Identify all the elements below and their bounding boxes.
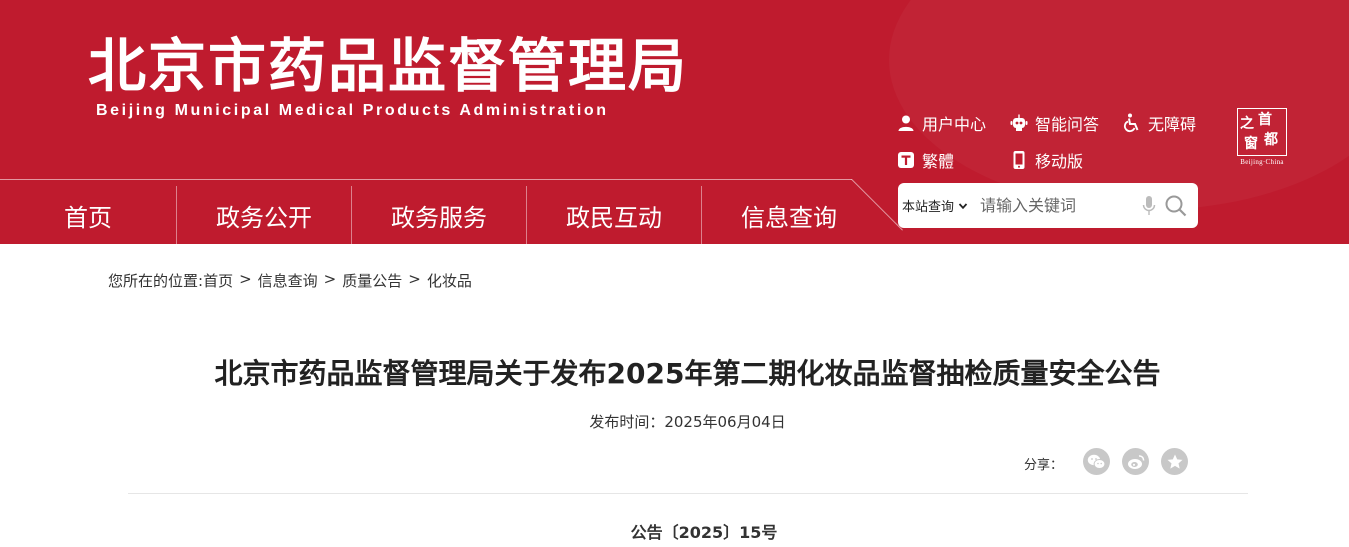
- breadcrumb-cosmetics[interactable]: 化妆品: [427, 270, 472, 291]
- traditional-chinese-link[interactable]: 繁體: [896, 148, 954, 172]
- share-weibo-button[interactable]: [1122, 448, 1149, 475]
- search-input[interactable]: [980, 196, 1131, 215]
- breadcrumb-prefix: 您所在的位置:: [108, 272, 204, 290]
- logo-char-chuang: 窗: [1244, 136, 1258, 152]
- accessibility-label: 无障碍: [1148, 115, 1197, 134]
- nav-item-government-services[interactable]: 政务服务: [352, 186, 526, 244]
- publish-date: 发布时间：2025年06月04日: [589, 413, 786, 431]
- mobile-version-label: 移动版: [1035, 152, 1084, 171]
- share-label: 分享：: [1024, 458, 1064, 473]
- microphone-icon[interactable]: [1142, 195, 1156, 217]
- mobile-phone-icon: [1009, 150, 1029, 170]
- logo-char-zhi: 之: [1240, 116, 1254, 132]
- search-scope-label: 本站查询: [902, 200, 955, 215]
- user-center-label: 用户中心: [922, 115, 987, 134]
- logo-english-text: Beijing·China: [1240, 158, 1284, 166]
- user-center-link[interactable]: 用户中心: [896, 111, 986, 135]
- smart-qa-link[interactable]: 智能问答: [1009, 111, 1099, 135]
- breadcrumb-home[interactable]: 首页: [203, 270, 233, 291]
- smart-qa-label: 智能问答: [1035, 115, 1100, 134]
- content-divider: [128, 493, 1248, 494]
- search-box: 本站查询: [898, 183, 1198, 228]
- nav-item-home[interactable]: 首页: [0, 186, 176, 244]
- star-icon: [1167, 454, 1182, 469]
- user-icon: [896, 113, 916, 133]
- accessibility-link[interactable]: 无障碍: [1122, 111, 1196, 135]
- site-title[interactable]: 北京市药品监督管理局: [88, 30, 688, 102]
- wheelchair-icon: [1122, 113, 1142, 133]
- share-qzone-button[interactable]: [1161, 448, 1188, 475]
- breadcrumb-information-query[interactable]: 信息查询: [258, 270, 318, 291]
- site-subtitle: Beijing Municipal Medical Products Admin…: [96, 102, 609, 119]
- search-scope-select[interactable]: 本站查询: [898, 196, 968, 215]
- breadcrumb-separator: >: [239, 270, 252, 288]
- main-nav: 首页 政务公开 政务服务 政民互动 信息查询: [0, 186, 876, 244]
- site-header: 北京市药品监督管理局 Beijing Municipal Medical Pro…: [0, 0, 1349, 244]
- breadcrumb-quality-announcement[interactable]: 质量公告: [342, 270, 402, 291]
- mobile-version-link[interactable]: 移动版: [1009, 148, 1083, 172]
- traditional-chinese-label: 繁體: [922, 152, 955, 171]
- chevron-down-icon: [958, 201, 968, 211]
- share-wechat-button[interactable]: [1083, 448, 1110, 475]
- document-number: 公告〔2025〕15号: [630, 523, 778, 542]
- breadcrumb-separator: >: [323, 270, 337, 288]
- nav-top-line: [0, 179, 852, 180]
- nav-item-government-affairs[interactable]: 政务公开: [177, 186, 351, 244]
- logo-char-shou: 首: [1258, 112, 1272, 128]
- search-icon[interactable]: [1164, 194, 1188, 218]
- weibo-icon: [1127, 454, 1144, 469]
- breadcrumb: 您所在的位置: 首页 > 信息查询 > 质量公告 > 化妆品: [108, 270, 472, 291]
- traditional-text-icon: [896, 150, 916, 170]
- capital-window-logo[interactable]: 之 首 窗 都 Beijing·China: [1234, 108, 1290, 168]
- robot-icon: [1009, 113, 1029, 133]
- logo-char-du: 都: [1264, 132, 1278, 148]
- article-title: 北京市药品监督管理局关于发布2025年第二期化妆品监督抽检质量安全公告: [214, 357, 1161, 390]
- breadcrumb-separator: >: [408, 270, 421, 288]
- wechat-icon: [1087, 454, 1106, 469]
- nav-item-public-interaction[interactable]: 政民互动: [527, 186, 701, 244]
- nav-item-information-query[interactable]: 信息查询: [702, 186, 876, 244]
